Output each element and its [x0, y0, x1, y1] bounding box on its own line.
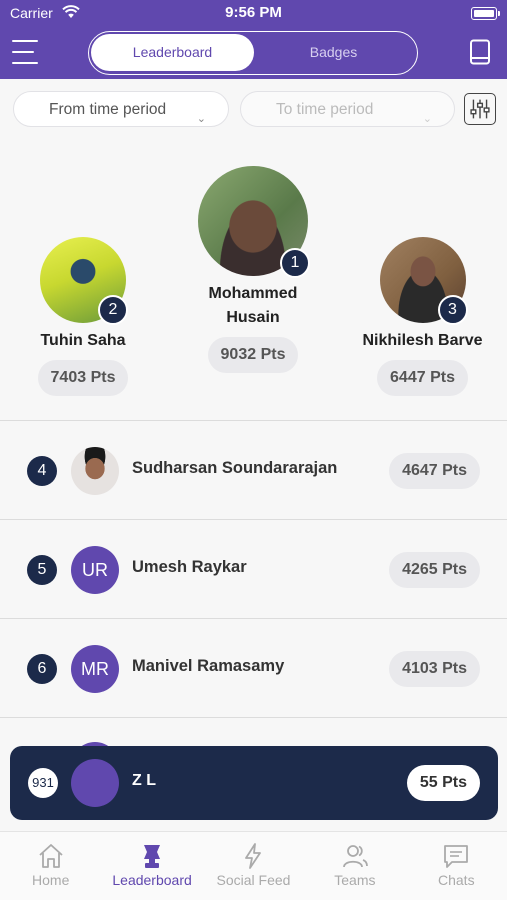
row-name: Sudharsan Soundararajan — [132, 459, 338, 477]
rank-badge: 5 — [27, 555, 57, 585]
podium: 2 Tuhin Saha 7403 Pts 1 Mohammed Husain … — [0, 139, 507, 421]
avatar — [71, 759, 119, 807]
trophy-icon — [144, 845, 161, 868]
chevron-down-icon: ⌄ — [422, 113, 432, 125]
tab-home[interactable]: Home — [0, 832, 101, 900]
filter-row: From time period ⌄ To time period ⌄ — [0, 79, 507, 139]
status-bar: Carrier 9:56 PM — [0, 0, 507, 28]
filter-sliders-icon[interactable] — [464, 93, 496, 125]
avatar: 1 — [198, 166, 310, 278]
podium-name: Tuhin Saha — [40, 332, 126, 349]
tab-leaderboard-nav[interactable]: Leaderboard — [101, 832, 202, 900]
tab-label: Chats — [438, 872, 475, 888]
avatar: 2 — [40, 237, 128, 325]
leaderboard-row[interactable]: 5 UR Umesh Raykar 4265 Pts — [0, 520, 507, 619]
points-pill: 6447 Pts — [377, 360, 468, 396]
from-period-label: From time period — [49, 101, 167, 118]
chevron-down-icon: ⌄ — [196, 113, 206, 125]
rank-badge: 931 — [28, 768, 58, 798]
to-period-label: To time period — [276, 101, 374, 118]
my-rank-card[interactable]: 931 Z L 55 Pts — [10, 746, 498, 820]
menu-icon-bar — [12, 51, 34, 53]
podium-name: Nikhilesh Barve — [362, 332, 483, 349]
rank-badge: 2 — [98, 295, 128, 325]
leaderboard-row[interactable]: 6 MR Manivel Ramasamy 4103 Pts — [0, 619, 507, 718]
lightning-icon — [245, 843, 262, 869]
people-icon — [342, 845, 368, 868]
status-time: 9:56 PM — [225, 4, 282, 21]
leaderboard-row[interactable]: 4 Sudharsan Soundararajan 4647 Pts — [0, 421, 507, 520]
tab-social-feed[interactable]: Social Feed — [203, 832, 304, 900]
podium-name: Mohammed — [208, 285, 298, 302]
podium-rank-3[interactable]: 3 Nikhilesh Barve 6447 Pts — [350, 237, 495, 396]
app-header: Carrier 9:56 PM Leaderboard Badges — [0, 0, 507, 79]
points-pill: 7403 Pts — [37, 360, 129, 396]
tab-badges[interactable]: Badges — [252, 34, 415, 71]
avatar: 3 — [379, 237, 468, 325]
podium-rank-1[interactable]: 1 Mohammed Husain 9032 Pts — [183, 166, 323, 373]
tab-label: Social Feed — [216, 872, 291, 888]
book-icon[interactable] — [469, 39, 491, 65]
podium-rank-2[interactable]: 2 Tuhin Saha 7403 Pts — [18, 237, 148, 396]
chat-icon — [444, 845, 469, 868]
home-icon — [39, 844, 63, 868]
tab-label: Teams — [334, 872, 376, 888]
menu-icon-bar — [12, 62, 38, 64]
avatar — [71, 447, 119, 495]
row-name: Umesh Raykar — [132, 558, 247, 576]
from-period-select[interactable]: From time period ⌄ — [13, 91, 229, 127]
points-pill: 4265 Pts — [389, 552, 480, 588]
points-pill: 55 Pts — [406, 765, 480, 801]
tab-label: Home — [32, 872, 70, 888]
menu-button[interactable] — [12, 38, 40, 66]
avatar: MR — [71, 645, 119, 693]
rank-badge: 4 — [27, 456, 57, 486]
bottom-tab-bar: Home Leaderboard Social Feed Teams Chats — [0, 831, 507, 900]
menu-icon-bar — [12, 40, 38, 42]
points-pill: 9032 Pts — [207, 337, 299, 373]
points-pill: 4647 Pts — [389, 453, 480, 489]
tab-label: Leaderboard — [112, 872, 192, 888]
row-name: Manivel Ramasamy — [132, 657, 285, 675]
rank-badge: 6 — [27, 654, 57, 684]
tab-chats[interactable]: Chats — [406, 832, 507, 900]
rank-badge: 3 — [437, 295, 468, 325]
to-period-select[interactable]: To time period ⌄ — [240, 91, 455, 127]
my-name: Z L — [132, 772, 156, 789]
rank-badge: 1 — [280, 248, 310, 278]
tab-leaderboard[interactable]: Leaderboard — [91, 34, 254, 71]
podium-name: Husain — [226, 309, 280, 326]
avatar: UR — [71, 546, 119, 594]
segmented-control: Leaderboard Badges — [88, 31, 418, 75]
tab-teams[interactable]: Teams — [304, 832, 405, 900]
points-pill: 4103 Pts — [389, 651, 480, 687]
battery-icon — [471, 7, 500, 20]
